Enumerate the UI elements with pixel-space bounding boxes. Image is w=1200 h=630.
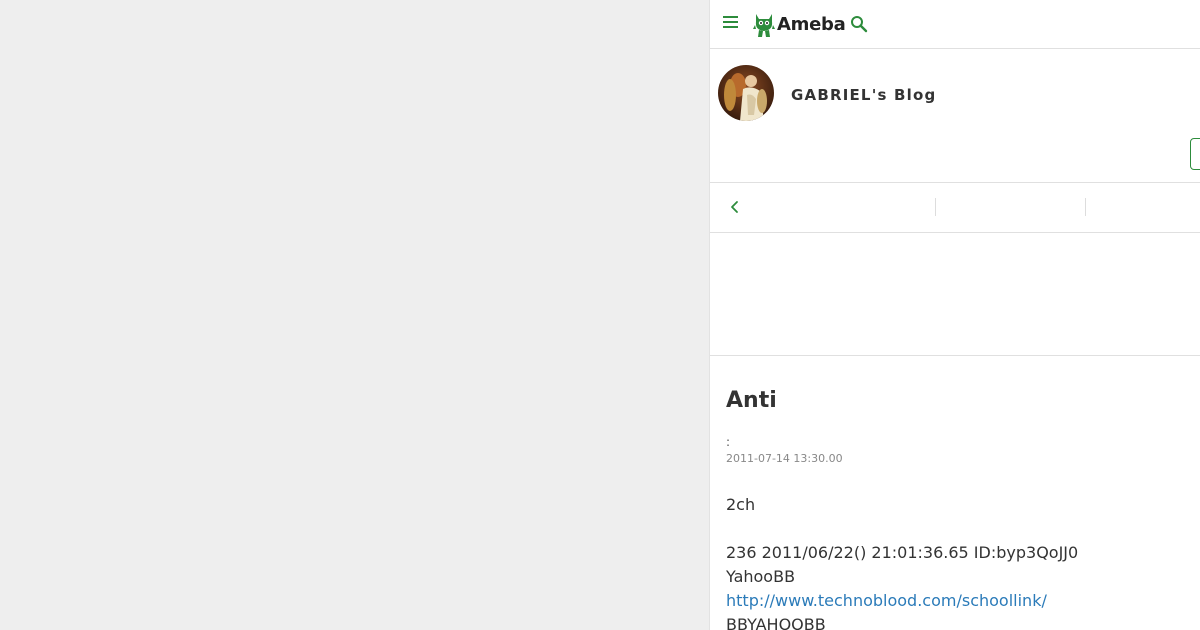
hamburger-menu-icon[interactable] (723, 16, 738, 30)
article-paragraph: 236 2011/06/22() 21:01:36.65 ID:byp3QoJJ… (726, 543, 1079, 562)
blog-article: Anti : 2011-07-14 13:30.00 2ch 236 2011/… (726, 356, 1186, 630)
article-body: 2ch 236 2011/06/22() 21:01:36.65 ID:byp3… (726, 493, 1186, 630)
article-theme[interactable]: : (726, 435, 1186, 449)
article-paragraph: YahooBB (726, 567, 796, 586)
left-empty-area (0, 0, 709, 630)
blog-title[interactable]: GABRIEL's Blog (791, 86, 936, 104)
nav-divider (1085, 198, 1086, 216)
blog-avatar[interactable] (718, 65, 774, 121)
article-paragraph: BBYAHOOBB (726, 615, 826, 630)
article-paragraph: 2ch (726, 495, 756, 514)
article-title: Anti (726, 388, 777, 413)
chevron-left-icon[interactable] (727, 199, 743, 215)
article-link[interactable]: http://www.technoblood.com/schoollink/ (726, 591, 1047, 610)
nav-divider (935, 198, 936, 216)
article-date: 2011-07-14 13:30.00 (726, 452, 843, 465)
ameba-logo[interactable]: Ameba (753, 10, 846, 38)
blog-panel: Ameba GABRIEL's Blog Anti: 2011-07-14 1… (709, 0, 1200, 630)
search-icon[interactable] (850, 15, 868, 33)
ameba-mascot-icon (753, 14, 775, 37)
follow-button[interactable] (1190, 138, 1200, 170)
ad-space (710, 233, 1200, 356)
blog-profile-header: GABRIEL's Blog (710, 49, 1200, 183)
top-navigation-bar: Ameba (710, 0, 1200, 49)
logo-text: Ameba (777, 13, 846, 35)
entry-navigation-bar (710, 183, 1200, 233)
